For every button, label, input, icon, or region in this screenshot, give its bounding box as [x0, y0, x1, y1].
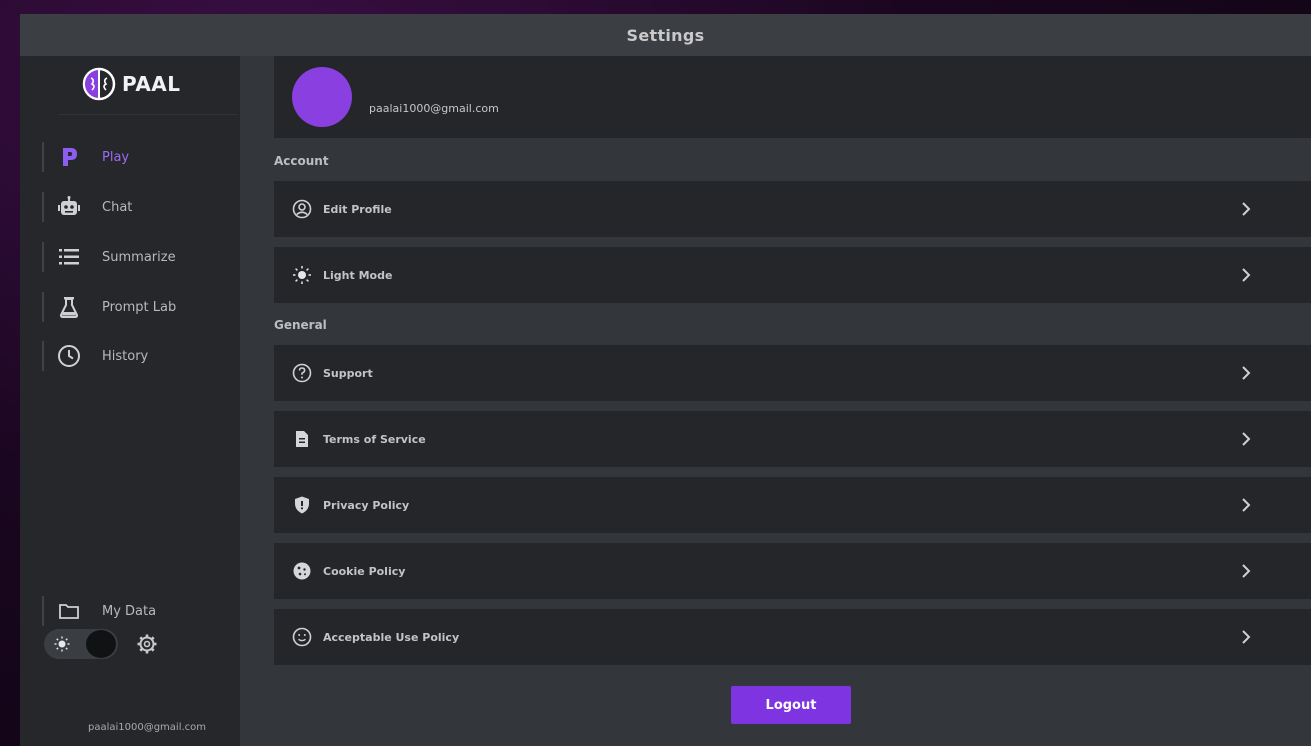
support-row[interactable]: Support	[274, 345, 1311, 401]
nav-indicator	[42, 192, 44, 222]
chevron-right-icon	[1242, 630, 1251, 644]
section-title-account: Account	[274, 154, 329, 168]
robot-icon	[56, 194, 82, 220]
cookie-policy-row[interactable]: Cookie Policy	[274, 543, 1311, 599]
row-label: Light Mode	[323, 268, 393, 282]
chevron-right-icon	[1242, 202, 1251, 216]
sidebar-item-label: Play	[102, 149, 130, 165]
sidebar-item-my-data[interactable]: My Data	[42, 594, 232, 628]
row-label: Terms of Service	[323, 432, 426, 446]
sidebar-item-play[interactable]: Play	[42, 140, 232, 174]
folder-icon	[56, 598, 82, 624]
sidebar: PAAL Play Chat Summarize Prompt Lab Hist…	[20, 56, 240, 746]
acceptable-use-policy-row[interactable]: Acceptable Use Policy	[274, 609, 1311, 665]
sun-icon	[54, 636, 70, 652]
sidebar-item-label: My Data	[102, 603, 157, 619]
sidebar-item-label: History	[102, 348, 149, 364]
theme-toggle[interactable]	[44, 629, 118, 659]
settings-window: Settings PAAL Play Chat Summarize Prompt…	[20, 14, 1311, 746]
cookie-icon	[291, 560, 313, 582]
light-mode-row[interactable]: Light Mode	[274, 247, 1311, 303]
chevron-right-icon	[1242, 268, 1251, 282]
sidebar-user-email: paalai1000@gmail.com	[87, 722, 207, 733]
window-title: Settings	[20, 14, 1311, 56]
terms-of-service-row[interactable]: Terms of Service	[274, 411, 1311, 467]
logout-button[interactable]: Logout	[731, 686, 851, 724]
avatar[interactable]	[292, 67, 352, 127]
question-circle-icon	[291, 362, 313, 384]
nav-indicator	[42, 142, 44, 172]
chevron-right-icon	[1242, 564, 1251, 578]
chevron-right-icon	[1242, 432, 1251, 446]
play-p-icon	[56, 144, 82, 170]
nav-indicator	[42, 596, 44, 626]
nav-indicator	[42, 341, 44, 371]
sidebar-item-summarize[interactable]: Summarize	[42, 240, 232, 274]
toggle-knob	[86, 630, 116, 658]
nav-indicator	[42, 242, 44, 272]
smile-icon	[291, 626, 313, 648]
nav-indicator	[42, 292, 44, 322]
settings-content: paalai1000@gmail.com Account Edit Profil…	[274, 56, 1311, 746]
logo-text: PAAL	[122, 72, 181, 96]
edit-profile-row[interactable]: Edit Profile	[274, 181, 1311, 237]
privacy-policy-row[interactable]: Privacy Policy	[274, 477, 1311, 533]
chevron-right-icon	[1242, 498, 1251, 512]
sidebar-item-history[interactable]: History	[42, 339, 232, 373]
sun-icon	[291, 264, 313, 286]
clock-icon	[56, 343, 82, 369]
profile-email: paalai1000@gmail.com	[369, 102, 499, 115]
profile-card: paalai1000@gmail.com	[274, 56, 1311, 138]
sidebar-item-label: Prompt Lab	[102, 299, 177, 315]
flask-icon	[56, 294, 82, 320]
row-label: Support	[323, 366, 373, 380]
logo-divider	[58, 114, 238, 115]
sidebar-item-label: Chat	[102, 199, 133, 215]
chevron-right-icon	[1242, 366, 1251, 380]
list-icon	[56, 244, 82, 270]
row-label: Edit Profile	[323, 202, 392, 216]
row-label: Cookie Policy	[323, 564, 406, 578]
section-title-general: General	[274, 318, 327, 332]
gear-icon[interactable]	[136, 633, 158, 655]
brain-logo-icon	[82, 67, 116, 101]
sidebar-item-prompt-lab[interactable]: Prompt Lab	[42, 290, 232, 324]
user-circle-icon	[291, 198, 313, 220]
paal-logo[interactable]: PAAL	[82, 66, 181, 102]
row-label: Acceptable Use Policy	[323, 630, 460, 644]
sidebar-item-chat[interactable]: Chat	[42, 190, 232, 224]
sidebar-item-label: Summarize	[102, 249, 176, 265]
shield-icon	[291, 494, 313, 516]
document-icon	[291, 428, 313, 450]
row-label: Privacy Policy	[323, 498, 410, 512]
